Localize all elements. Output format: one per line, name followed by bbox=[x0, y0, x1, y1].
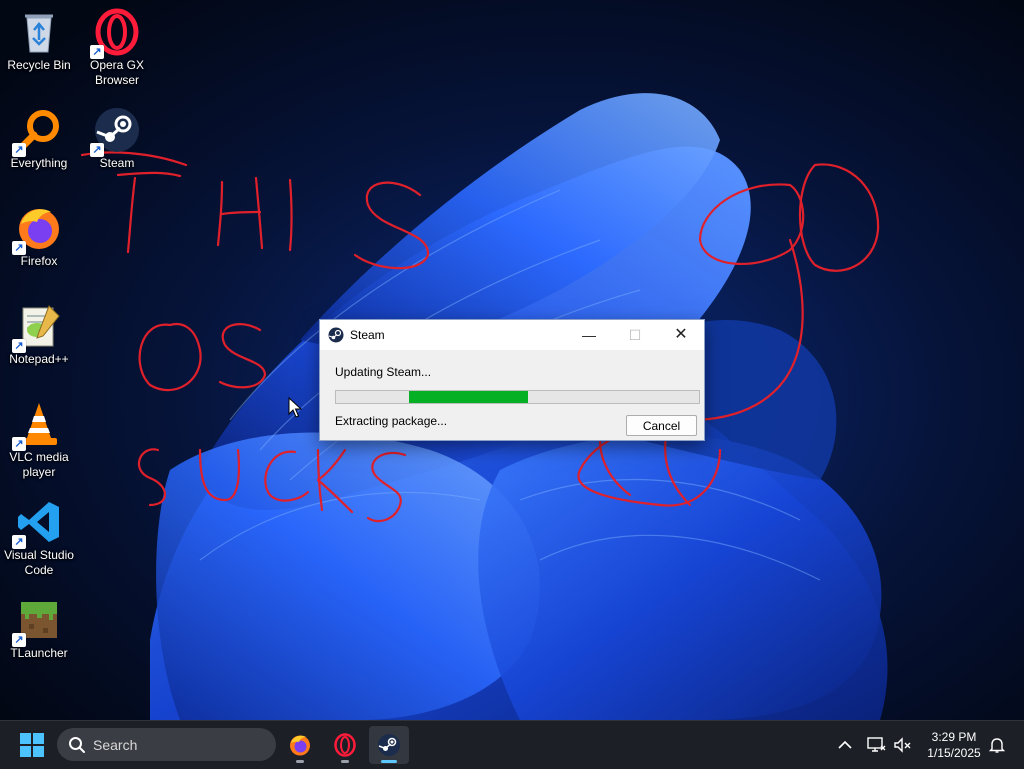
running-indicator bbox=[341, 760, 349, 763]
everything-search-icon: ↗ bbox=[12, 106, 63, 157]
desktop-icon-label: Visual Studio Code bbox=[4, 548, 74, 577]
recycle-bin-icon bbox=[15, 8, 63, 56]
dialog-title: Steam bbox=[350, 328, 385, 342]
notepad-plus-plus-icon: ↗ bbox=[12, 302, 63, 353]
chevron-up-icon[interactable] bbox=[835, 735, 855, 755]
taskbar-app-steam[interactable] bbox=[369, 726, 409, 764]
desktop-icon-tlauncher[interactable]: ↗ TLauncher bbox=[0, 596, 78, 661]
mouse-cursor-icon bbox=[288, 397, 302, 418]
network-icon[interactable] bbox=[866, 735, 886, 755]
taskbar: Search 3:29 PM 1/15/2025 bbox=[0, 720, 1024, 769]
minimize-button[interactable]: — bbox=[566, 320, 612, 350]
taskbar-app-firefox[interactable] bbox=[280, 726, 320, 764]
opera-gx-icon: ↗ bbox=[90, 8, 141, 59]
clock-date: 1/15/2025 bbox=[927, 746, 981, 760]
shortcut-arrow-icon: ↗ bbox=[12, 241, 26, 255]
steam-icon bbox=[328, 327, 344, 343]
desktop-icon-opera-gx[interactable]: ↗ Opera GX Browser bbox=[78, 8, 156, 88]
search-placeholder: Search bbox=[93, 737, 138, 753]
notification-bell-icon[interactable] bbox=[987, 735, 1007, 755]
firefox-icon: ↗ bbox=[12, 204, 63, 255]
steam-update-dialog[interactable]: Steam — ☐ ✕ Updating Steam... Extracting… bbox=[320, 320, 704, 440]
shortcut-arrow-icon: ↗ bbox=[90, 45, 104, 59]
active-indicator bbox=[381, 760, 397, 763]
shortcut-arrow-icon: ↗ bbox=[12, 339, 26, 353]
desktop-icon-label: Everything bbox=[10, 156, 68, 170]
desktop-icon-label: VLC media player bbox=[9, 450, 69, 479]
desktop-icon-notepad-plus-plus[interactable]: ↗ Notepad++ bbox=[0, 302, 78, 367]
system-clock[interactable]: 3:29 PM 1/15/2025 bbox=[916, 729, 992, 761]
volume-muted-icon[interactable] bbox=[892, 735, 912, 755]
desktop-icon-label: Opera GX Browser bbox=[89, 58, 145, 87]
progress-fill bbox=[408, 391, 529, 403]
firefox-icon bbox=[290, 735, 310, 756]
windows-start-icon[interactable] bbox=[20, 733, 44, 757]
desktop-icon-firefox[interactable]: ↗ Firefox bbox=[0, 204, 78, 269]
shortcut-arrow-icon: ↗ bbox=[12, 633, 26, 647]
desktop-icon-label: Notepad++ bbox=[9, 352, 69, 366]
taskbar-app-opera-gx[interactable] bbox=[325, 726, 365, 764]
search-icon bbox=[69, 737, 85, 753]
desktop-icon-vlc[interactable]: ↗ VLC media player bbox=[0, 400, 78, 480]
opera-gx-icon bbox=[334, 733, 356, 757]
shortcut-arrow-icon: ↗ bbox=[90, 143, 104, 157]
shortcut-arrow-icon: ↗ bbox=[12, 143, 26, 157]
update-progress-bar bbox=[335, 390, 700, 404]
dialog-titlebar[interactable]: Steam — ☐ ✕ bbox=[320, 320, 704, 350]
shortcut-arrow-icon: ↗ bbox=[12, 535, 26, 549]
desktop-icon-label: TLauncher bbox=[10, 646, 68, 660]
steam-icon bbox=[378, 734, 400, 756]
update-status-text: Extracting package... bbox=[335, 414, 448, 428]
shortcut-arrow-icon: ↗ bbox=[12, 437, 26, 451]
desktop-icon-vscode[interactable]: ↗ Visual Studio Code bbox=[0, 498, 78, 578]
cancel-button[interactable]: Cancel bbox=[626, 415, 697, 436]
update-message: Updating Steam... bbox=[335, 365, 432, 379]
vscode-icon: ↗ bbox=[12, 498, 63, 549]
desktop-icon-label: Steam bbox=[99, 156, 135, 170]
close-button[interactable]: ✕ bbox=[658, 320, 704, 350]
desktop-icon-everything[interactable]: ↗ Everything bbox=[0, 106, 78, 171]
maximize-button[interactable]: ☐ bbox=[612, 320, 658, 350]
taskbar-search-box[interactable]: Search bbox=[57, 728, 276, 761]
minecraft-grass-block-icon: ↗ bbox=[12, 596, 63, 647]
vlc-cone-icon: ↗ bbox=[12, 400, 63, 451]
desktop-icon-label: Recycle Bin bbox=[7, 58, 71, 72]
running-indicator bbox=[296, 760, 304, 763]
steam-icon: ↗ bbox=[90, 106, 141, 157]
desktop-icon-steam[interactable]: ↗ Steam bbox=[78, 106, 156, 171]
clock-time: 3:29 PM bbox=[931, 730, 977, 744]
desktop-icon-label: Firefox bbox=[20, 254, 58, 268]
desktop-icon-recycle-bin[interactable]: Recycle Bin bbox=[0, 8, 78, 73]
